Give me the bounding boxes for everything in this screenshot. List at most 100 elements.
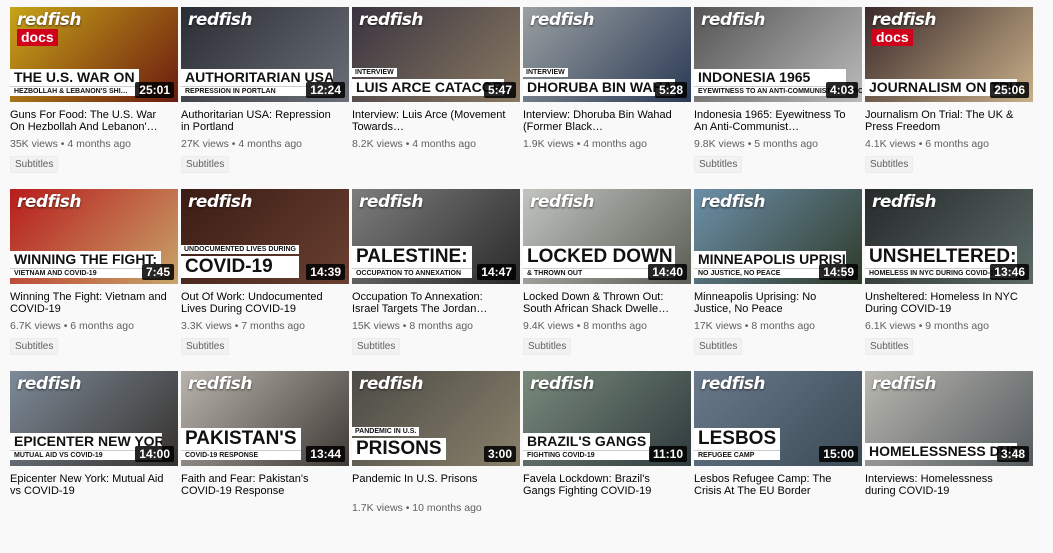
video-card[interactable]: redfish LESBOS REFUGEE CAMP 15:00 Lesbos Ref… [694, 371, 862, 553]
video-thumbnail[interactable]: redfishEPICENTER NEW YORK:MUTUAL AID VS … [10, 371, 178, 466]
video-thumbnail[interactable]: redfish AUTHORITARIAN USA: REPRESSION IN P… [181, 7, 349, 102]
video-card[interactable]: redfish AUTHORITARIAN USA: REPRESSION IN P… [181, 7, 349, 189]
docs-tag: docs [872, 29, 913, 46]
subtitles-badge: Subtitles [181, 338, 230, 355]
video-metadata: 1.9K views • 4 months ago [523, 138, 691, 150]
duration-badge: 5:28 [654, 82, 687, 98]
video-thumbnail[interactable]: redfish PAKISTAN'S COVID-19 RESPONSE 13:44 [181, 371, 349, 466]
video-card[interactable]: redfish PAKISTAN'S COVID-19 RESPONSE 13:44 F… [181, 371, 349, 553]
video-title[interactable]: Unsheltered: Homeless In NYC During COVI… [865, 291, 1025, 315]
video-card[interactable]: redfish INTERVIEW LUIS ARCE CATACOR 5:47 Int… [352, 7, 520, 189]
video-card[interactable]: redfish HOMELESSNESS DURING COVID-193:48 I… [865, 371, 1033, 553]
duration-badge: 14:40 [648, 264, 687, 280]
view-count: 27K views [181, 138, 229, 150]
thumbnail-caption: UNDOCUMENTED LIVES DURING COVID-19 [181, 238, 300, 278]
video-title[interactable]: Faith and Fear: Pakistan's COVID-19 Resp… [181, 473, 341, 497]
meta-separator: • [60, 320, 71, 332]
video-thumbnail[interactable]: redfish WINNING THE FIGHT: VIETNAM AND COV… [10, 189, 178, 284]
view-count: 9.8K views [694, 138, 745, 150]
channel-logo: redfish [530, 192, 595, 212]
upload-age: 9 months ago [925, 320, 989, 332]
meta-separator: • [231, 320, 242, 332]
duration-badge: 13:46 [990, 264, 1029, 280]
video-thumbnail[interactable]: redfish HOMELESSNESS DURING COVID-193:48 [865, 371, 1033, 466]
video-card[interactable]: redfish WINNING THE FIGHT: VIETNAM AND COV… [10, 189, 178, 371]
channel-logo: redfish [530, 10, 595, 30]
video-title[interactable]: Pandemic In U.S. Prisons [352, 473, 512, 497]
video-title[interactable]: Interviews: Homelessness during COVID-19 [865, 473, 1025, 497]
channel-logo: redfish [872, 192, 937, 212]
video-card[interactable]: redfish BRAZIL'S GANGS FIGHTING COVID-19 11… [523, 371, 691, 553]
video-thumbnail[interactable]: redfish INTERVIEW DHORUBA BIN WAHA 5:28 [523, 7, 691, 102]
video-metadata: 6.1K views • 9 months ago [865, 320, 1033, 332]
video-card[interactable]: redfish docs THE U.S. WAR ON HEZBOLLAH & LE… [10, 7, 178, 189]
video-title[interactable]: Out Of Work: Undocumented Lives During C… [181, 291, 341, 315]
video-thumbnail[interactable]: redfish LESBOS REFUGEE CAMP 15:00 [694, 371, 862, 466]
video-title[interactable]: Interview: Dhoruba Bin Wahad (Former Bla… [523, 109, 683, 133]
meta-separator: • [573, 320, 584, 332]
thumbnail-caption: BRAZIL'S GANGS FIGHTING COVID-19 [523, 433, 651, 460]
duration-badge: 14:59 [819, 264, 858, 280]
video-thumbnail[interactable]: redfish LOCKED DOWN & THROWN OUT 14:40 [523, 189, 691, 284]
thumbnail-caption: PANDEMIC IN U.S. PRISONS [352, 420, 446, 460]
channel-logo: redfish [872, 10, 937, 30]
thumbnail-caption-title: INDONESIA 1965 [694, 69, 846, 86]
video-title[interactable]: Epicenter New York: Mutual Aid vs COVID-… [10, 473, 170, 497]
video-card[interactable]: redfish LOCKED DOWN & THROWN OUT 14:40 Locke… [523, 189, 691, 371]
channel-logo: redfish [188, 10, 253, 30]
video-title[interactable]: Indonesia 1965: Eyewitness To An Anti-Co… [694, 109, 854, 133]
video-thumbnail[interactable]: redfish INDONESIA 1965 EYEWITNESS TO AN AN… [694, 7, 862, 102]
view-count: 3.3K views [181, 320, 232, 332]
duration-badge: 12:24 [306, 82, 345, 98]
subtitles-badge: Subtitles [694, 338, 743, 355]
upload-age: 4 months ago [412, 138, 476, 150]
video-thumbnail[interactable]: redfish UNSHELTERED: HOMELESS IN NYC DURIN… [865, 189, 1033, 284]
video-title[interactable]: Authoritarian USA: Repression in Portlan… [181, 109, 341, 133]
view-count: 9.4K views [523, 320, 574, 332]
video-title[interactable]: Occupation To Annexation: Israel Targets… [352, 291, 512, 315]
video-title[interactable]: Journalism On Trial: The UK & Press Free… [865, 109, 1025, 133]
video-thumbnail[interactable]: redfish docs JOURNALISM ON TRIAL 25:06 [865, 7, 1033, 102]
video-card[interactable]: redfish docs JOURNALISM ON TRIAL 25:06 Journ… [865, 7, 1033, 189]
video-title[interactable]: Winning The Fight: Vietnam and COVID-19 [10, 291, 170, 315]
upload-age: 5 months ago [754, 138, 818, 150]
video-title[interactable]: Lesbos Refugee Camp: The Crisis At The E… [694, 473, 854, 497]
video-card[interactable]: redfishEPICENTER NEW YORK:MUTUAL AID VS … [10, 371, 178, 553]
video-thumbnail[interactable]: redfish UNDOCUMENTED LIVES DURING COVID-19… [181, 189, 349, 284]
video-title[interactable]: Interview: Luis Arce (Movement Towards… [352, 109, 512, 133]
subtitles-badge: Subtitles [865, 156, 914, 173]
duration-badge: 14:47 [477, 264, 516, 280]
video-card[interactable]: redfish UNSHELTERED: HOMELESS IN NYC DURIN… [865, 189, 1033, 371]
channel-logo: redfish [17, 192, 82, 212]
video-title[interactable]: Locked Down & Thrown Out: South African … [523, 291, 683, 315]
video-card[interactable]: redfish UNDOCUMENTED LIVES DURING COVID-19… [181, 189, 349, 371]
thumbnail-caption-sub: INTERVIEW [523, 68, 568, 77]
upload-age: 8 months ago [409, 320, 474, 332]
video-card[interactable]: redfish PALESTINE: OCCUPATION TO ANNEXATIO… [352, 189, 520, 371]
video-thumbnail[interactable]: redfish BRAZIL'S GANGS FIGHTING COVID-19 11… [523, 371, 691, 466]
video-card[interactable]: redfish INDONESIA 1965 EYEWITNESS TO AN AN… [694, 7, 862, 189]
video-title[interactable]: Guns For Food: The U.S. War On Hezbollah… [10, 109, 170, 133]
video-thumbnail[interactable]: redfish INTERVIEW LUIS ARCE CATACOR 5:47 [352, 7, 520, 102]
video-metadata: 3.3K views • 7 months ago [181, 320, 349, 332]
video-card[interactable]: redfishMINNEAPOLIS UPRISING:NO JUSTICE, … [694, 189, 862, 371]
view-count: 15K views [352, 320, 400, 332]
video-card[interactable]: redfish PANDEMIC IN U.S. PRISONS 3:00 Pandem… [352, 371, 520, 553]
thumbnail-caption: PAKISTAN'S COVID-19 RESPONSE [181, 428, 301, 460]
channel-logo: redfish [17, 10, 82, 30]
video-card[interactable]: redfish INTERVIEW DHORUBA BIN WAHA 5:28 Inte… [523, 7, 691, 189]
thumbnail-caption-strap: HEZBOLLAH & LEBANON'S SHI… [10, 86, 139, 96]
video-thumbnail[interactable]: redfish PALESTINE: OCCUPATION TO ANNEXATIO… [352, 189, 520, 284]
video-thumbnail[interactable]: redfish PANDEMIC IN U.S. PRISONS 3:00 [352, 371, 520, 466]
video-title[interactable]: Minneapolis Uprising: No Justice, No Pea… [694, 291, 854, 315]
video-thumbnail[interactable]: redfishMINNEAPOLIS UPRISING:NO JUSTICE, … [694, 189, 862, 284]
subtitles-badge: Subtitles [10, 338, 59, 355]
scrollbar[interactable] [1049, 0, 1053, 504]
video-metadata: 6.7K views • 6 months ago [10, 320, 178, 332]
view-count: 1.9K views [523, 138, 574, 150]
channel-logo: redfish [17, 374, 82, 394]
video-title[interactable]: Favela Lockdown: Brazil's Gangs Fighting… [523, 473, 683, 497]
video-thumbnail[interactable]: redfish docs THE U.S. WAR ON HEZBOLLAH & LE… [10, 7, 178, 102]
channel-logo: redfish [701, 374, 766, 394]
video-metadata: 9.4K views • 8 months ago [523, 320, 691, 332]
